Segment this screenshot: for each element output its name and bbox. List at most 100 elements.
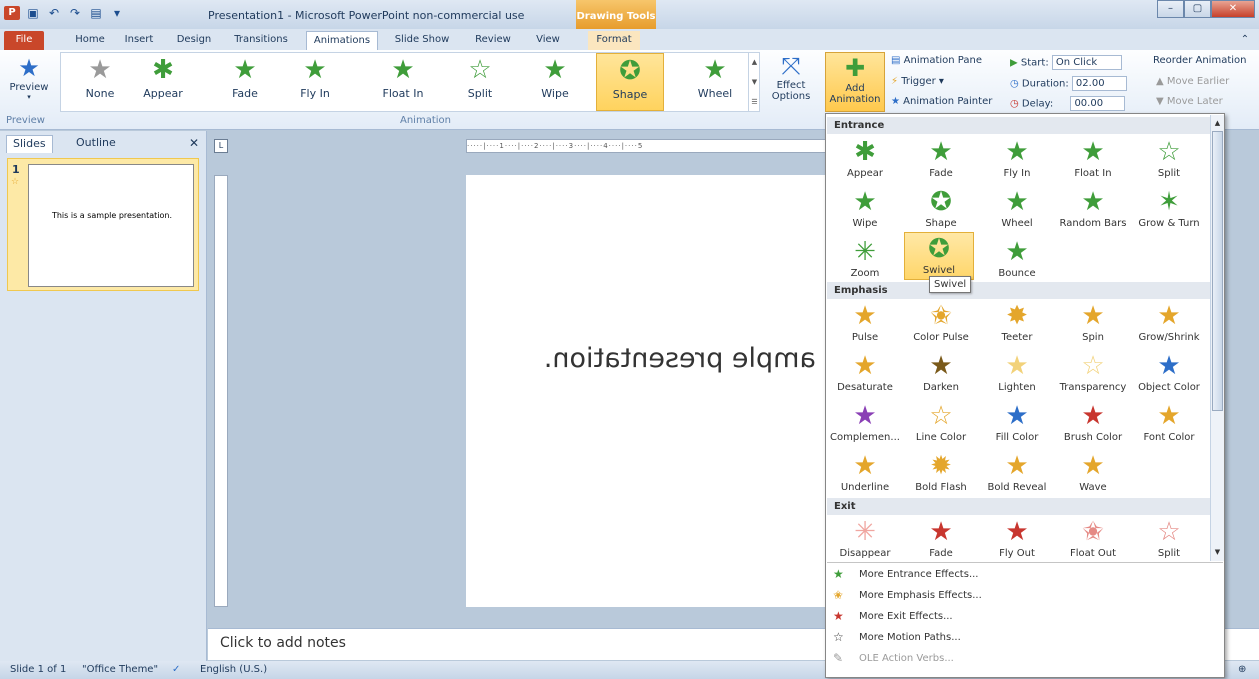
horizontal-ruler[interactable]: ·····|····1····|····2····|····3····|····… bbox=[466, 139, 876, 153]
entrance-shape[interactable]: ✪ Shape bbox=[906, 186, 976, 229]
exit-disappear[interactable]: ✳ Disappear bbox=[830, 516, 900, 559]
tab-view[interactable]: View bbox=[528, 31, 568, 50]
slide-text-mirrored[interactable]: ample presentation. bbox=[544, 343, 816, 374]
preview-button[interactable]: ★ Preview ▾ bbox=[4, 54, 54, 101]
duration-input[interactable]: 02.00 bbox=[1071, 76, 1127, 91]
entrance-float-in[interactable]: ★ Float In bbox=[1058, 136, 1128, 179]
minimize-button[interactable]: – bbox=[1157, 0, 1184, 18]
tab-slide-show[interactable]: Slide Show bbox=[389, 31, 455, 50]
ribbon-minimize-icon[interactable]: ⌃ bbox=[1237, 31, 1253, 50]
gallery-none[interactable]: ★ None bbox=[66, 53, 134, 111]
powerpoint-logo-icon[interactable]: P bbox=[4, 6, 20, 20]
exit-float-out[interactable]: ✬ Float Out bbox=[1058, 516, 1128, 559]
entrance-grow-turn[interactable]: ✶ Grow & Turn bbox=[1134, 186, 1204, 229]
start-select[interactable]: On Click bbox=[1051, 55, 1122, 70]
gallery-wheel[interactable]: ★ Wheel bbox=[681, 53, 749, 111]
status-language[interactable]: English (U.S.) bbox=[200, 664, 267, 675]
emphasis-transparency[interactable]: ☆ Transparency bbox=[1058, 350, 1128, 393]
tab-format[interactable]: Format bbox=[588, 31, 640, 50]
close-panel-icon[interactable]: ✕ bbox=[189, 136, 199, 150]
zoom-in-icon[interactable]: ⊕ bbox=[1238, 664, 1246, 675]
tab-animations[interactable]: Animations bbox=[306, 31, 378, 50]
exit-fade[interactable]: ★ Fade bbox=[906, 516, 976, 559]
trigger-button[interactable]: ⚡ Trigger ▾ bbox=[891, 76, 944, 87]
entrance-fly-in[interactable]: ★ Fly In bbox=[982, 136, 1052, 179]
open-icon[interactable]: ▤ bbox=[88, 6, 104, 20]
customize-qat-icon[interactable]: ▾ bbox=[109, 6, 125, 20]
emphasis-complementary[interactable]: ★ Complemen... bbox=[830, 400, 900, 443]
tab-review[interactable]: Review bbox=[470, 31, 516, 50]
dropdown-scrollbar[interactable]: ▲ ▼ bbox=[1210, 115, 1224, 561]
gallery-split[interactable]: ☆ Split bbox=[446, 53, 514, 111]
gallery-fly-in[interactable]: ★ Fly In bbox=[281, 53, 349, 111]
emphasis-bold-reveal[interactable]: ★ Bold Reveal bbox=[982, 450, 1052, 493]
slide-thumbnail-selected[interactable]: 1 ☆ This is a sample presentation. bbox=[7, 158, 199, 291]
emphasis-object-color[interactable]: ★ Object Color bbox=[1134, 350, 1204, 393]
tab-design[interactable]: Design bbox=[172, 31, 216, 50]
emphasis-desaturate[interactable]: ★ Desaturate bbox=[830, 350, 900, 393]
scroll-up-icon[interactable]: ▲ bbox=[1211, 116, 1224, 130]
tab-selector-icon[interactable]: L bbox=[214, 139, 228, 153]
spelling-check-icon[interactable]: ✓ bbox=[172, 664, 180, 675]
emphasis-bold-flash[interactable]: ✹ Bold Flash bbox=[906, 450, 976, 493]
gallery-fade[interactable]: ★ Fade bbox=[211, 53, 279, 111]
entrance-fade[interactable]: ★ Fade bbox=[906, 136, 976, 179]
emphasis-teeter[interactable]: ✸ Teeter bbox=[982, 300, 1052, 343]
emphasis-fill-color[interactable]: ★ Fill Color bbox=[982, 400, 1052, 443]
more-emphasis-effects[interactable]: ✬ More Emphasis Effects... bbox=[827, 585, 1223, 606]
emphasis-spin[interactable]: ★ Spin bbox=[1058, 300, 1128, 343]
slide-canvas[interactable]: ample presentation. bbox=[466, 175, 826, 607]
maximize-button[interactable]: ▢ bbox=[1184, 0, 1211, 18]
entrance-zoom[interactable]: ✳ Zoom bbox=[830, 236, 900, 279]
exit-fly-out[interactable]: ★ Fly Out bbox=[982, 516, 1052, 559]
emphasis-wave[interactable]: ★ Wave bbox=[1058, 450, 1128, 493]
emphasis-brush-color[interactable]: ★ Brush Color bbox=[1058, 400, 1128, 443]
gallery-float-in[interactable]: ★ Float In bbox=[369, 53, 437, 111]
exit-split[interactable]: ☆ Split bbox=[1134, 516, 1204, 559]
scroll-thumb[interactable] bbox=[1212, 131, 1223, 411]
entrance-wipe[interactable]: ★ Wipe bbox=[830, 186, 900, 229]
vertical-ruler[interactable] bbox=[214, 175, 228, 607]
emphasis-pulse[interactable]: ★ Pulse bbox=[830, 300, 900, 343]
tab-file[interactable]: File bbox=[4, 31, 44, 50]
emphasis-grow-shrink[interactable]: ★ Grow/Shrink bbox=[1134, 300, 1204, 343]
animation-pane-button[interactable]: ▤ Animation Pane bbox=[891, 55, 982, 66]
gallery-shape[interactable]: ✪ Shape bbox=[596, 53, 664, 111]
entrance-split[interactable]: ☆ Split bbox=[1134, 136, 1204, 179]
animation-painter-button[interactable]: ★ Animation Painter bbox=[891, 96, 992, 107]
gallery-scroll[interactable]: ▲ ▼ ☰ bbox=[748, 52, 760, 112]
emphasis-underline[interactable]: ★ Underline bbox=[830, 450, 900, 493]
delay-input[interactable]: 00.00 bbox=[1070, 96, 1126, 111]
tab-slides[interactable]: Slides bbox=[6, 135, 53, 153]
entrance-wheel[interactable]: ★ Wheel bbox=[982, 186, 1052, 229]
tab-insert[interactable]: Insert bbox=[119, 31, 159, 50]
emphasis-color-pulse[interactable]: ✬ Color Pulse bbox=[906, 300, 976, 343]
gallery-appear[interactable]: ✱ Appear bbox=[129, 53, 197, 111]
more-entrance-effects[interactable]: ★ More Entrance Effects... bbox=[827, 564, 1223, 585]
emphasis-lighten[interactable]: ★ Lighten bbox=[982, 350, 1052, 393]
emphasis-font-color[interactable]: ★ Font Color bbox=[1134, 400, 1204, 443]
emphasis-darken[interactable]: ★ Darken bbox=[906, 350, 976, 393]
slide-thumbnail[interactable]: This is a sample presentation. bbox=[28, 164, 194, 287]
entrance-appear[interactable]: ✱ Appear bbox=[830, 136, 900, 179]
save-icon[interactable]: ▣ bbox=[25, 6, 41, 20]
move-earlier-button[interactable]: ▲ Move Earlier bbox=[1156, 76, 1229, 87]
tab-home[interactable]: Home bbox=[70, 31, 110, 50]
entrance-swivel[interactable]: ✪ Swivel bbox=[904, 232, 974, 280]
redo-icon[interactable]: ↷ bbox=[67, 6, 83, 20]
tab-transitions[interactable]: Transitions bbox=[229, 31, 293, 50]
status-theme[interactable]: "Office Theme" bbox=[82, 664, 158, 675]
undo-icon[interactable]: ↶ bbox=[46, 6, 62, 20]
scroll-down-icon[interactable]: ▼ bbox=[1211, 545, 1224, 559]
entrance-random-bars[interactable]: ★ Random Bars bbox=[1058, 186, 1128, 229]
entrance-bounce[interactable]: ★ Bounce bbox=[982, 236, 1052, 279]
close-button[interactable]: ✕ bbox=[1211, 0, 1255, 18]
add-animation-button[interactable]: ✚ Add Animation bbox=[825, 52, 885, 112]
emphasis-line-color[interactable]: ☆ Line Color bbox=[906, 400, 976, 443]
tab-outline[interactable]: Outline bbox=[70, 135, 122, 153]
gallery-wipe[interactable]: ★ Wipe bbox=[521, 53, 589, 111]
effect-options-button[interactable]: ⤧ Effect Options bbox=[765, 52, 817, 102]
more-motion-paths[interactable]: ☆ More Motion Paths... bbox=[827, 627, 1223, 648]
move-later-button[interactable]: ▼ Move Later bbox=[1156, 96, 1223, 107]
more-exit-effects[interactable]: ★ More Exit Effects... bbox=[827, 606, 1223, 627]
